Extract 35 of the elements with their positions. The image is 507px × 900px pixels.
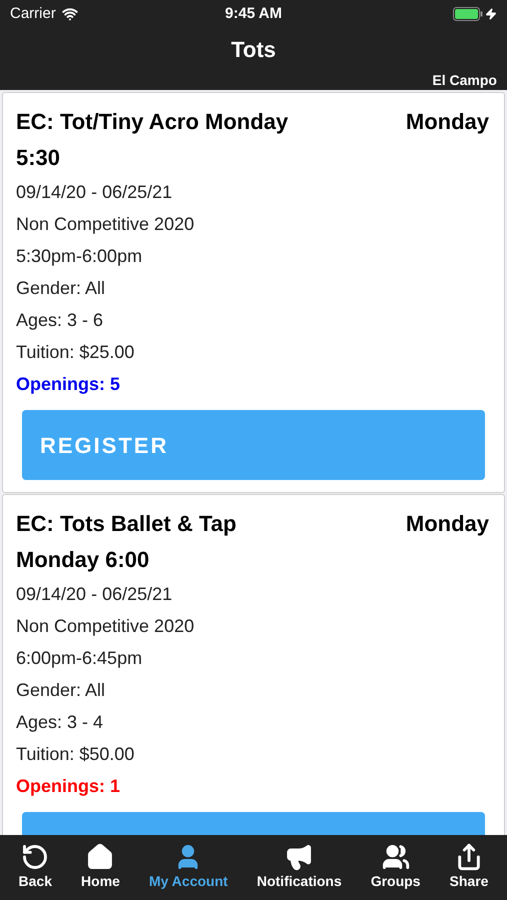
people-icon	[382, 843, 410, 871]
class-detail: 09/14/20 - 06/25/21	[16, 181, 174, 204]
clock: 9:45 AM	[225, 4, 282, 24]
class-detail: Ages: 3 - 4	[16, 711, 104, 734]
class-detail: Tuition: $25.00	[16, 341, 136, 364]
class-detail: Gender: All	[16, 679, 106, 702]
page-title: Tots	[231, 39, 276, 61]
class-day: Monday	[406, 104, 489, 176]
tab-item[interactable]: Groups	[370, 843, 420, 892]
class-detail: 6:00pm-6:45pm	[16, 647, 144, 670]
carrier-label: Carrier	[10, 4, 56, 24]
megaphone-icon	[285, 843, 314, 871]
class-detail: Non Competitive 2020	[16, 213, 196, 236]
class-detail: 09/14/20 - 06/25/21	[16, 583, 174, 606]
class-detail: Tuition: $50.00	[16, 743, 136, 766]
class-name: EC: Tot/Tiny Acro Monday 5:30	[16, 108, 290, 172]
charging-icon	[485, 8, 497, 20]
class-detail: Ages: 3 - 6	[16, 309, 104, 332]
class-name: EC: Tots Ballet & Tap Monday 6:00	[16, 510, 238, 574]
class-detail: 5:30pm-6:00pm	[16, 245, 144, 268]
battery-icon	[453, 7, 483, 21]
tab-item[interactable]: Notifications	[256, 843, 342, 892]
tab-item[interactable]: Share	[450, 843, 488, 892]
class-detail: Gender: All	[16, 277, 106, 300]
tab-item[interactable]: Back	[18, 843, 52, 892]
wifi-icon	[62, 6, 78, 22]
openings-count: Openings: 5	[16, 373, 122, 396]
location-label: El Campo	[432, 71, 497, 90]
class-day: Monday	[406, 506, 489, 578]
openings-count: Openings: 1	[16, 775, 122, 798]
undo-icon	[21, 843, 50, 871]
tab-item[interactable]: My Account	[148, 843, 228, 892]
home-icon	[86, 843, 114, 871]
class-detail: Non Competitive 2020	[16, 615, 196, 638]
tab-item[interactable]: Home	[81, 843, 120, 892]
